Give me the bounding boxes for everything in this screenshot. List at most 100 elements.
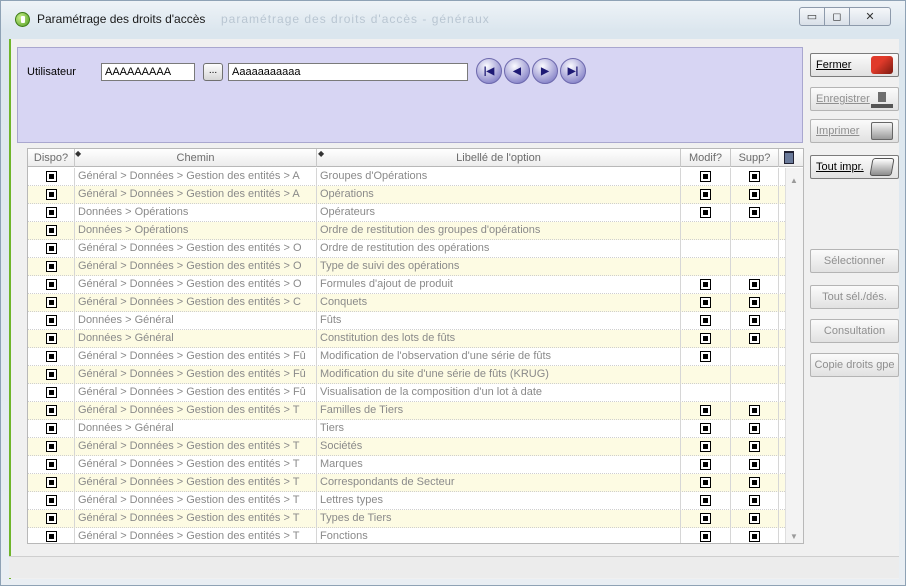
dispo-checkbox[interactable] — [45, 279, 57, 290]
dispo-checkbox[interactable] — [45, 531, 57, 542]
column-header-chemin[interactable]: Chemin — [75, 149, 317, 167]
column-header-supp[interactable]: Supp? — [731, 149, 779, 167]
cell-chemin[interactable]: Général > Données > Gestion des entités … — [75, 240, 317, 258]
dispo-checkbox[interactable] — [45, 225, 57, 236]
cell-chemin[interactable]: Données > Opérations — [75, 222, 317, 240]
cell-libelle[interactable]: Sociétés — [317, 438, 681, 456]
modif-checkbox[interactable] — [700, 477, 711, 488]
user-code-field[interactable]: AAAAAAAAA — [101, 63, 195, 81]
previous-record-button[interactable]: ◀ — [504, 58, 530, 84]
maximize-button[interactable]: ◻ — [824, 7, 850, 26]
cell-libelle[interactable]: Opérations — [317, 186, 681, 204]
modif-checkbox[interactable] — [700, 351, 711, 362]
modif-checkbox[interactable] — [700, 189, 711, 200]
cell-libelle[interactable]: Fonctions — [317, 528, 681, 543]
table-row[interactable]: Général > Données > Gestion des entités … — [28, 528, 785, 543]
cell-libelle[interactable]: Conquets — [317, 294, 681, 312]
fermer-button[interactable]: Fermer — [810, 53, 899, 77]
dispo-checkbox[interactable] — [45, 423, 57, 434]
cell-chemin[interactable]: Général > Données > Gestion des entités … — [75, 402, 317, 420]
consultation-button[interactable]: Consultation — [810, 319, 899, 343]
dispo-checkbox[interactable] — [45, 477, 57, 488]
dispo-checkbox[interactable] — [45, 351, 57, 362]
scroll-up-icon[interactable]: ▲ — [790, 176, 798, 185]
dispo-checkbox[interactable] — [45, 243, 57, 254]
last-record-button[interactable]: ▶| — [560, 58, 586, 84]
table-row[interactable]: Données > Général Fûts — [28, 312, 785, 330]
table-row[interactable]: Général > Données > Gestion des entités … — [28, 258, 785, 276]
tout-impr-button[interactable]: Tout impr. — [810, 155, 899, 179]
modif-checkbox[interactable] — [700, 405, 711, 416]
supp-checkbox[interactable] — [749, 405, 760, 416]
cell-chemin[interactable]: Général > Données > Gestion des entités … — [75, 258, 317, 276]
copie-droits-gpe-button[interactable]: Copie droits gpe — [810, 353, 899, 377]
supp-checkbox[interactable] — [749, 513, 760, 524]
vertical-scrollbar[interactable]: ▲ ▼ — [785, 168, 803, 543]
table-row[interactable]: Général > Données > Gestion des entités … — [28, 438, 785, 456]
user-name-field[interactable]: Aaaaaaaaaaa — [228, 63, 468, 81]
supp-checkbox[interactable] — [749, 297, 760, 308]
dispo-checkbox[interactable] — [45, 495, 57, 506]
table-row[interactable]: Données > Général Constitution des lots d… — [28, 330, 785, 348]
table-row[interactable]: Général > Données > Gestion des entités … — [28, 510, 785, 528]
table-row[interactable]: Données > Opérations Ordre de restitution… — [28, 222, 785, 240]
next-record-button[interactable]: ▶ — [532, 58, 558, 84]
cell-libelle[interactable]: Fûts — [317, 312, 681, 330]
cell-chemin[interactable]: Données > Général — [75, 420, 317, 438]
cell-chemin[interactable]: Général > Données > Gestion des entités … — [75, 510, 317, 528]
table-row[interactable]: Général > Données > Gestion des entités … — [28, 294, 785, 312]
dispo-checkbox[interactable] — [45, 369, 57, 380]
dispo-checkbox[interactable] — [45, 261, 57, 272]
modif-checkbox[interactable] — [700, 423, 711, 434]
supp-checkbox[interactable] — [749, 423, 760, 434]
supp-checkbox[interactable] — [749, 207, 760, 218]
cell-libelle[interactable]: Correspondants de Secteur — [317, 474, 681, 492]
table-row[interactable]: Général > Données > Gestion des entités … — [28, 384, 785, 402]
trash-icon[interactable] — [784, 151, 794, 164]
cell-chemin[interactable]: Données > Général — [75, 330, 317, 348]
cell-chemin[interactable]: Données > Général — [75, 312, 317, 330]
dispo-checkbox[interactable] — [45, 459, 57, 470]
dispo-checkbox[interactable] — [45, 297, 57, 308]
modif-checkbox[interactable] — [700, 333, 711, 344]
dispo-checkbox[interactable] — [45, 189, 57, 200]
cell-libelle[interactable]: Modification du site d'une série de fûts… — [317, 366, 681, 384]
modif-checkbox[interactable] — [700, 513, 711, 524]
cell-chemin[interactable]: Général > Données > Gestion des entités … — [75, 186, 317, 204]
close-button[interactable]: ✕ — [849, 7, 891, 26]
enregistrer-button[interactable]: Enregistrer — [810, 87, 899, 111]
supp-checkbox[interactable] — [749, 495, 760, 506]
cell-libelle[interactable]: Familles de Tiers — [317, 402, 681, 420]
modif-checkbox[interactable] — [700, 171, 711, 182]
cell-chemin[interactable]: Général > Données > Gestion des entités … — [75, 366, 317, 384]
cell-libelle[interactable]: Opérateurs — [317, 204, 681, 222]
table-row[interactable]: Données > Général Tiers — [28, 420, 785, 438]
modif-checkbox[interactable] — [700, 297, 711, 308]
table-row[interactable]: Général > Données > Gestion des entités … — [28, 474, 785, 492]
browse-user-button[interactable]: ... — [203, 63, 223, 81]
table-row[interactable]: Général > Données > Gestion des entités … — [28, 402, 785, 420]
title-bar[interactable]: Paramétrage des droits d'accès paramétra… — [1, 1, 905, 39]
supp-checkbox[interactable] — [749, 441, 760, 452]
modif-checkbox[interactable] — [700, 531, 711, 542]
modif-checkbox[interactable] — [700, 459, 711, 470]
cell-chemin[interactable]: Général > Données > Gestion des entités … — [75, 168, 317, 186]
supp-checkbox[interactable] — [749, 531, 760, 542]
modif-checkbox[interactable] — [700, 495, 711, 506]
supp-checkbox[interactable] — [749, 189, 760, 200]
supp-checkbox[interactable] — [749, 315, 760, 326]
table-row[interactable]: Général > Données > Gestion des entités … — [28, 276, 785, 294]
supp-checkbox[interactable] — [749, 171, 760, 182]
table-row[interactable]: Général > Données > Gestion des entités … — [28, 348, 785, 366]
cell-libelle[interactable]: Ordre de restitution des opérations — [317, 240, 681, 258]
cell-chemin[interactable]: Général > Données > Gestion des entités … — [75, 474, 317, 492]
table-row[interactable]: Général > Données > Gestion des entités … — [28, 168, 785, 186]
cell-libelle[interactable]: Visualisation de la composition d'un lot… — [317, 384, 681, 402]
cell-libelle[interactable]: Lettres types — [317, 492, 681, 510]
table-row[interactable]: Général > Données > Gestion des entités … — [28, 492, 785, 510]
supp-checkbox[interactable] — [749, 333, 760, 344]
cell-libelle[interactable]: Modification de l'observation d'une séri… — [317, 348, 681, 366]
cell-chemin[interactable]: Général > Données > Gestion des entités … — [75, 492, 317, 510]
cell-libelle[interactable]: Constitution des lots de fûts — [317, 330, 681, 348]
cell-chemin[interactable]: Général > Données > Gestion des entités … — [75, 294, 317, 312]
